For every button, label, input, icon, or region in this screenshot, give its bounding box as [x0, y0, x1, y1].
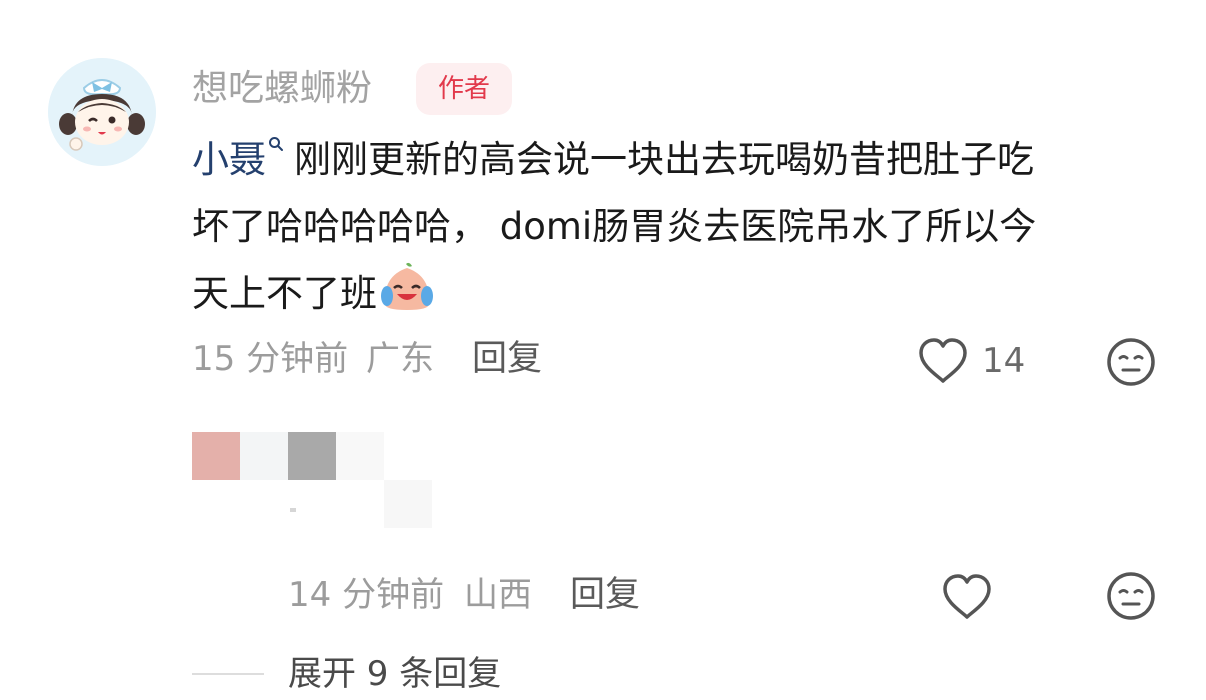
comment-text: 小聂 刚刚更新的高会说一块出去玩喝奶昔把肚子吃坏了哈哈哈哈哈， domi肠胃炎去医… — [192, 126, 1172, 327]
username[interactable]: 想吃螺蛳粉 — [192, 64, 372, 114]
meh-face-icon[interactable] — [1105, 570, 1157, 622]
divider — [192, 673, 264, 675]
comment-line-2: 坏了哈哈哈哈哈， domi肠胃炎去医院吊水了所以今 — [192, 205, 1037, 248]
heart-outline-icon[interactable] — [916, 336, 970, 386]
redacted-block — [336, 432, 384, 480]
redacted-avatar — [192, 432, 240, 480]
crying-laughing-face-emoji — [381, 262, 433, 310]
comment-location: 广东 — [366, 339, 434, 379]
comment-line-3: 天上不了班 — [192, 272, 377, 315]
redacted-block — [384, 480, 432, 528]
comment-thread: 想吃螺蛳粉 作者 小聂 刚刚更新的高会说一块出去玩喝奶昔把肚子吃坏了哈哈哈哈哈， … — [0, 0, 1206, 700]
reply-button[interactable]: 回复 — [570, 572, 640, 618]
redacted-block — [240, 432, 288, 480]
mention-link[interactable]: 小聂 — [192, 138, 266, 181]
comment-time: 15 分钟前 — [192, 339, 349, 379]
like-count: 14 — [982, 341, 1026, 381]
reply-button[interactable]: 回复 — [472, 336, 542, 382]
redacted-block — [290, 508, 296, 512]
avatar-illustration — [48, 58, 156, 166]
meh-face-icon[interactable] — [1105, 336, 1157, 388]
comment-line-1: 刚刚更新的高会说一块出去玩喝奶昔把肚子吃 — [294, 138, 1034, 181]
reply-time: 14 分钟前 — [288, 575, 445, 615]
redacted-block — [288, 432, 336, 480]
author-badge: 作者 — [416, 63, 512, 115]
search-icon — [269, 137, 283, 151]
avatar[interactable] — [48, 58, 156, 166]
heart-outline-icon[interactable] — [940, 572, 994, 622]
redacted-block — [288, 480, 384, 528]
reply-location: 山西 — [464, 575, 532, 615]
expand-replies-button[interactable]: 展开 9 条回复 — [288, 651, 501, 697]
